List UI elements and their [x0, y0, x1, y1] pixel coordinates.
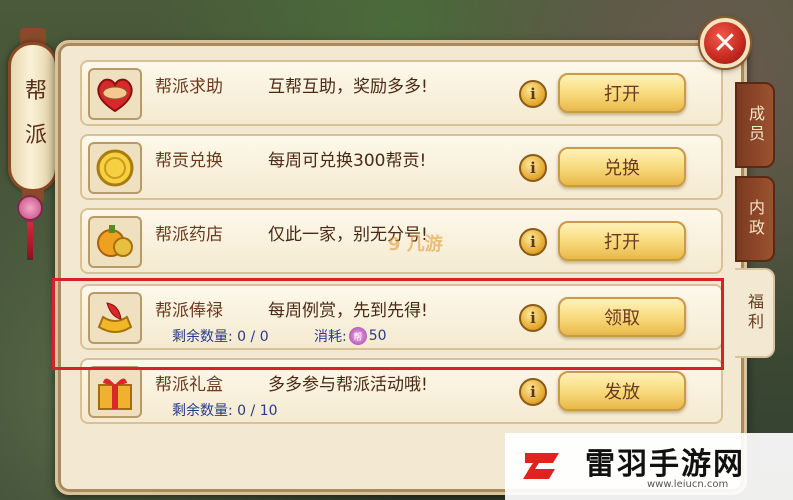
tassel-icon — [27, 222, 33, 260]
watermark-text: 雷羽手游网 — [585, 447, 745, 482]
tab-members-label: 成员 — [746, 105, 765, 145]
info-icon[interactable]: i — [519, 228, 547, 256]
list-item-guild-help: 帮派求助 互帮互助，奖励多多! i 打开 — [80, 60, 723, 126]
tab-internal-affairs-label: 内政 — [746, 199, 765, 239]
tab-welfare[interactable]: 福利 — [735, 268, 775, 358]
lantern-body: 帮 派 — [8, 42, 58, 192]
gold-treasure-icon — [88, 216, 142, 268]
row-desc: 多多参与帮派活动哦! — [268, 375, 428, 395]
row-title: 帮派求助 — [155, 77, 223, 97]
info-icon[interactable]: i — [519, 378, 547, 406]
watermark-url: www.leiucn.com — [647, 479, 729, 490]
gold-coin-icon — [88, 142, 142, 194]
distribute-button[interactable]: 发放 — [558, 371, 686, 411]
gift-box-icon — [88, 366, 142, 418]
close-button[interactable]: ✕ — [700, 18, 750, 68]
site-watermark-small: 9 几游 — [388, 234, 443, 255]
row-title: 帮派礼盒 — [155, 375, 223, 395]
handshake-heart-icon — [88, 68, 142, 120]
remaining-quantity: 剩余数量: 0 / 10 — [172, 403, 278, 419]
info-icon[interactable]: i — [519, 80, 547, 108]
open-button[interactable]: 打开 — [558, 221, 686, 261]
open-button[interactable]: 打开 — [558, 73, 686, 113]
tab-welfare-label: 福利 — [745, 293, 764, 333]
charm-ornament-icon — [17, 195, 43, 221]
tab-members[interactable]: 成员 — [735, 82, 775, 168]
tab-internal-affairs[interactable]: 内政 — [735, 176, 775, 262]
exchange-button[interactable]: 兑换 — [558, 147, 686, 187]
info-icon[interactable]: i — [519, 154, 547, 182]
row-title: 帮派药店 — [155, 225, 223, 245]
list-item-contribution-exchange: 帮贡兑换 每周可兑换300帮贡! i 兑换 — [80, 134, 723, 200]
highlight-box — [52, 278, 724, 370]
site-logo-icon — [523, 453, 559, 479]
site-watermark: 雷羽手游网 www.leiucn.com — [505, 433, 793, 500]
row-title: 帮贡兑换 — [155, 151, 223, 171]
guild-lantern: 帮 派 — [8, 28, 58, 202]
lantern-char-2: 派 — [24, 123, 47, 148]
row-desc: 每周可兑换300帮贡! — [268, 151, 427, 171]
row-desc: 互帮互助，奖励多多! — [268, 77, 428, 97]
lantern-char-1: 帮 — [24, 79, 47, 104]
